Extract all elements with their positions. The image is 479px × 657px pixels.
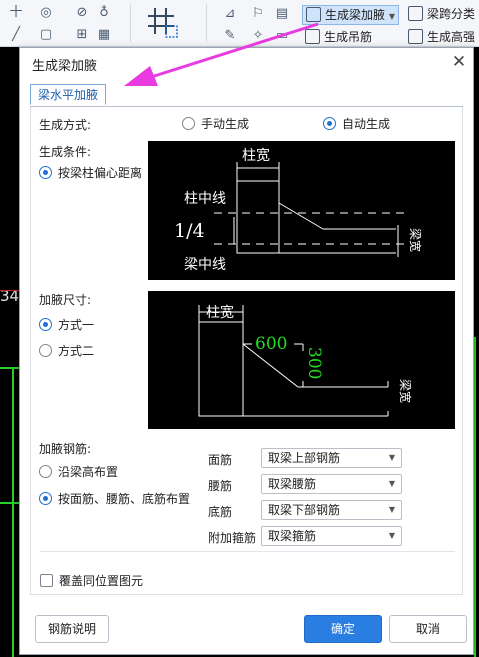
doc-icon[interactable]: ▭ xyxy=(274,28,290,44)
mode-one-radio[interactable]: 方式一 xyxy=(39,317,94,333)
gen-beam-haunch-label: 生成梁加腋 xyxy=(325,8,386,22)
mode-one-label: 方式一 xyxy=(58,318,95,332)
mode-two-label: 方式二 xyxy=(58,344,95,358)
gen-highstrength-label: 生成高强 xyxy=(427,30,476,44)
rebar-help-button[interactable]: 钢筋说明 xyxy=(35,615,109,643)
span-class-icon xyxy=(408,6,423,21)
by-eccentricity-label: 按梁柱偏心距离 xyxy=(58,166,143,180)
beam-width-text: 梁宽 xyxy=(408,228,423,252)
checkbox-box xyxy=(40,574,53,587)
pen-icon[interactable]: ✎ xyxy=(222,28,238,44)
canvas-red-line xyxy=(0,290,20,291)
no-edit-icon[interactable]: ⊘ xyxy=(74,5,90,21)
chevron-down-icon: ▼ xyxy=(388,531,395,540)
haunch-size-diagram: 柱宽 600 300 梁宽 xyxy=(148,291,455,429)
close-icon[interactable]: ✕ xyxy=(451,54,467,71)
fraction-text: 1/4 xyxy=(174,220,205,242)
waist-rebar-select[interactable]: 取梁腰筋 ▼ xyxy=(261,474,402,494)
canvas-green-line xyxy=(12,367,14,657)
beam-centerline-text: 梁中线 xyxy=(184,257,226,273)
radio-circle xyxy=(182,117,195,130)
haunch-rebar-label: 加腋钢筋: xyxy=(39,442,92,456)
extra-stirrup-select[interactable]: 取梁箍筋 ▼ xyxy=(261,526,402,546)
manual-gen-radio[interactable]: 手动生成 xyxy=(182,116,249,132)
auto-gen-radio[interactable]: 自动生成 xyxy=(323,116,390,132)
beam-span-class-label: 梁跨分类 xyxy=(427,7,476,21)
beam-width-text-2: 梁宽 xyxy=(398,379,413,403)
line-tool-icon[interactable]: ╱ xyxy=(8,27,24,43)
chevron-down-icon: ▼ xyxy=(388,505,395,514)
dialog-title: 生成梁加腋 xyxy=(32,59,98,74)
chevron-down-icon: ▼ xyxy=(388,12,395,21)
anchor-tool-icon[interactable]: ♁ xyxy=(96,5,112,21)
canvas-green-line xyxy=(474,337,476,657)
extra-stirrup-value: 取梁箍筋 xyxy=(268,529,317,543)
list-icon[interactable]: ▤ xyxy=(274,6,290,22)
mode-two-radio[interactable]: 方式二 xyxy=(39,343,94,359)
axis-grid-icon[interactable] xyxy=(146,6,180,40)
canvas-green-line xyxy=(0,367,20,369)
dim-600-text: 600 xyxy=(255,334,287,354)
manual-gen-label: 手动生成 xyxy=(201,117,250,131)
dim-300-text: 300 xyxy=(304,347,324,379)
along-beam-height-label: 沿梁高布置 xyxy=(58,465,119,479)
haunch-icon xyxy=(306,7,321,22)
radio-circle xyxy=(39,344,52,357)
haunch-size-label: 加腋尺寸: xyxy=(39,293,92,307)
face-rebar-select[interactable]: 取梁上部钢筋 ▼ xyxy=(261,448,402,468)
grid-tool-icon[interactable]: ⊞ xyxy=(74,27,90,43)
rect-tool-icon[interactable]: ▢ xyxy=(38,27,54,43)
gen-hanger-button[interactable]: 生成吊筋 xyxy=(302,28,375,46)
sparkle-icon[interactable]: ✧ xyxy=(250,28,266,44)
radio-circle xyxy=(39,465,52,478)
gen-mode-label: 生成方式: xyxy=(39,118,92,132)
gen-beam-haunch-dialog: 生成梁加腋 ✕ 梁水平加腋 生成方式: 手动生成 自动生成 生成条件: 按梁柱偏… xyxy=(19,47,474,655)
waist-rebar-value: 取梁腰筋 xyxy=(268,477,317,491)
tab-bar: 梁水平加腋 xyxy=(30,84,463,107)
col-width-text-2: 柱宽 xyxy=(206,304,234,321)
beam-span-class-button[interactable]: 梁跨分类 xyxy=(405,5,478,23)
gen-hanger-label: 生成吊筋 xyxy=(324,30,373,44)
tab-horizontal-haunch[interactable]: 梁水平加腋 xyxy=(30,84,107,105)
cancel-button[interactable]: 取消 xyxy=(389,615,467,643)
by-face-waist-bottom-radio[interactable]: 按面筋、腰筋、底筋布置 xyxy=(39,491,190,507)
face-rebar-label: 面筋 xyxy=(208,453,233,467)
divider xyxy=(40,551,455,552)
waist-rebar-label: 腰筋 xyxy=(208,479,233,493)
radio-circle xyxy=(39,166,52,179)
radio-circle xyxy=(323,117,336,130)
col-width-text: 柱宽 xyxy=(242,147,270,164)
by-eccentricity-radio[interactable]: 按梁柱偏心距离 xyxy=(39,165,142,181)
canvas-green-line xyxy=(0,502,20,504)
radio-circle xyxy=(39,492,52,505)
gen-beam-haunch-button[interactable]: 生成梁加腋 ▼ xyxy=(302,5,399,25)
table-tool-icon[interactable]: ▦ xyxy=(96,27,112,43)
bottom-rebar-value: 取梁下部钢筋 xyxy=(268,503,341,517)
highstrength-icon xyxy=(408,29,423,44)
bottom-rebar-select[interactable]: 取梁下部钢筋 ▼ xyxy=(261,500,402,520)
chevron-down-icon: ▼ xyxy=(388,479,395,488)
ribbon-toolbar: 十 ◎ ⊘ ♁ ╱ ▢ ⊞ ▦ ⊿ ⚐ ▤ ✎ ✧ ▭ 生成梁加腋 ▼ 梁跨分类… xyxy=(0,0,479,47)
along-beam-height-radio[interactable]: 沿梁高布置 xyxy=(39,464,118,480)
gen-cond-label: 生成条件: xyxy=(39,145,92,159)
radio-circle xyxy=(39,318,52,331)
auto-gen-label: 自动生成 xyxy=(342,117,391,131)
rotate-tool-icon[interactable]: ◎ xyxy=(38,5,54,21)
by-face-waist-bottom-label: 按面筋、腰筋、底筋布置 xyxy=(58,492,191,506)
flag-icon[interactable]: ⚐ xyxy=(250,6,266,22)
extra-stirrup-label: 附加箍筋 xyxy=(208,531,257,545)
gen-highstrength-button[interactable]: 生成高强 xyxy=(405,28,478,46)
bottom-rebar-label: 底筋 xyxy=(208,505,233,519)
hanger-icon xyxy=(305,29,320,44)
eccentricity-diagram: 柱宽 柱中线 1/4 梁中线 梁宽 xyxy=(148,141,455,280)
point-tool-icon[interactable]: 十 xyxy=(8,5,24,21)
face-rebar-value: 取梁上部钢筋 xyxy=(268,451,341,465)
paint-icon[interactable]: ⊿ xyxy=(222,6,238,22)
col-centerline-text: 柱中线 xyxy=(184,191,226,207)
overwrite-checkbox[interactable]: 覆盖同位置图元 xyxy=(40,573,143,589)
ok-button[interactable]: 确定 xyxy=(304,615,382,643)
overwrite-label: 覆盖同位置图元 xyxy=(59,574,144,588)
chevron-down-icon: ▼ xyxy=(388,453,395,462)
